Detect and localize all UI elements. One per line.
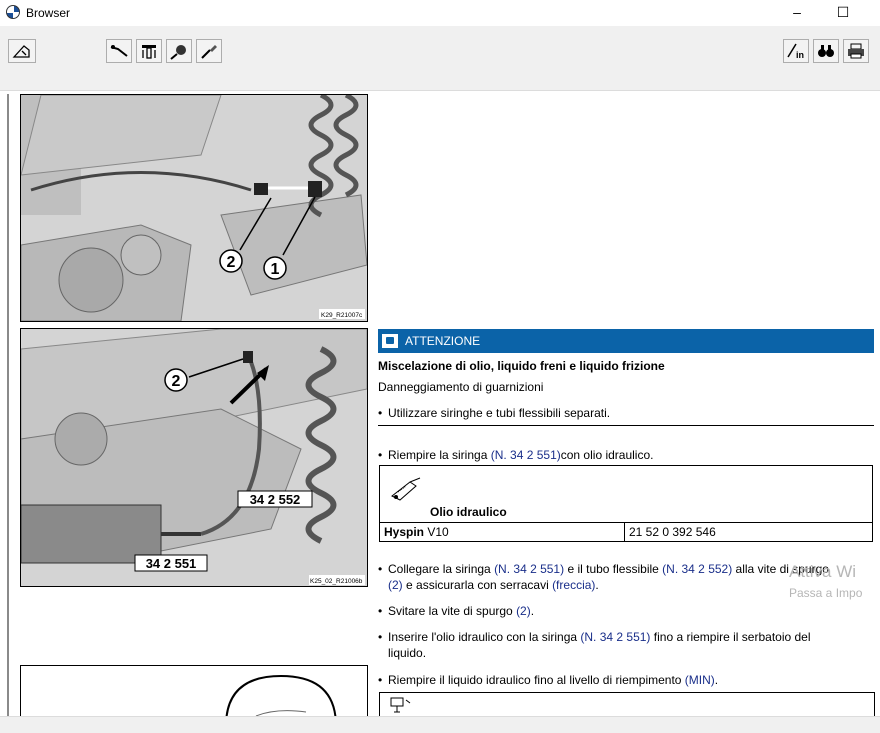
print-icon — [848, 43, 864, 59]
toolbar: in — [0, 26, 880, 91]
tool-icon — [142, 45, 156, 59]
wrench-button[interactable] — [106, 39, 132, 63]
part-link[interactable]: (freccia) — [552, 578, 595, 592]
oil-title: Olio idraulico — [430, 505, 507, 519]
part-link[interactable]: (2) — [516, 604, 531, 618]
warning-label: ATTENZIONE — [405, 334, 481, 348]
warning-divider — [378, 425, 874, 426]
oil-header-cell: Olio idraulico — [379, 465, 873, 523]
status-bar — [0, 716, 880, 733]
probe-icon — [170, 45, 186, 60]
activation-watermark-sub: Passa a Impo — [789, 586, 863, 600]
home-icon — [12, 45, 30, 58]
image-code-second: K25_02_R21006b — [310, 578, 363, 585]
search-in-button[interactable]: in — [783, 39, 809, 63]
photo-bleed-screw-view: 2 1 K29_R21007c — [20, 94, 368, 322]
step-inject-oil-line2: liquido. — [388, 646, 427, 660]
oil-spec-table: Olio idraulico Hyspin V10 21 52 0 392 54… — [379, 465, 873, 542]
print-button[interactable] — [843, 39, 869, 63]
document-frame[interactable]: 2 1 K29_R21007c 2 34 2 552 34 2 551 K25_… — [7, 94, 880, 716]
callout-1: 1 — [271, 261, 280, 278]
engine-illustration-1: 2 1 K29_R21007c — [21, 95, 367, 321]
next-table-partial — [379, 692, 875, 716]
window-title: Browser — [26, 6, 71, 20]
photo-syringe-connection: 2 34 2 552 34 2 551 K25_02_R21006b — [20, 328, 368, 587]
app-logo-icon — [6, 5, 20, 19]
maximize-button[interactable]: ☐ — [820, 0, 866, 26]
callout-2: 2 — [227, 254, 236, 271]
step-fill-level: • Riempire il liquido idraulico fino al l… — [378, 673, 719, 687]
engine-illustration-2: 2 34 2 552 34 2 551 K25_02_R21006b — [21, 329, 367, 586]
activation-watermark: Attiva Wi — [789, 562, 857, 581]
label-syringe-part: 34 2 551 — [146, 556, 197, 571]
screwdriver-icon — [201, 45, 217, 59]
home-button[interactable] — [8, 39, 36, 63]
warning-subheading: Danneggiamento di guarnizioni — [378, 380, 544, 394]
part-link[interactable]: (2) — [388, 578, 403, 592]
wrench-icon — [110, 45, 128, 57]
oil-can-icon — [391, 477, 421, 501]
warning-bullet: • Utilizzare siringhe e tubi flessibili s… — [378, 406, 611, 420]
part-link[interactable]: (MIN) — [685, 673, 715, 687]
minimize-button[interactable]: – — [774, 0, 820, 26]
pen-in-icon: in — [787, 43, 804, 60]
title-bar: Browser – ☐ — [0, 0, 880, 26]
warning-heading: Miscelazione di olio, liquido freni e li… — [378, 359, 665, 373]
oil-part-number: 21 52 0 392 546 — [624, 522, 873, 542]
photo-partial — [20, 665, 368, 716]
engine-illustration-3 — [225, 674, 337, 716]
hand-warning-icon — [382, 334, 398, 348]
step-fill-syringe: • Riempire la siringa (N. 34 2 551)con ol… — [378, 448, 654, 462]
screwdriver-button[interactable] — [196, 39, 222, 63]
part-link[interactable]: (N. 34 2 551) — [491, 448, 561, 462]
step-inject-oil: • Inserire l'olio idraulico con la siring… — [378, 630, 811, 644]
image-code: K29_R21007c — [321, 312, 363, 319]
part-link[interactable]: (N. 34 2 551) — [580, 630, 650, 644]
part-link[interactable]: (N. 34 2 551) — [494, 562, 564, 576]
tool-button[interactable] — [136, 39, 162, 63]
tool-table-icon — [390, 697, 411, 713]
label-hose-part: 34 2 552 — [250, 492, 301, 507]
oil-product-cell: Hyspin V10 — [379, 522, 625, 542]
probe-button[interactable] — [166, 39, 192, 63]
find-button[interactable] — [813, 39, 839, 63]
warning-banner: ATTENZIONE — [378, 329, 874, 353]
callout-2-second: 2 — [172, 373, 181, 390]
binoculars-icon — [818, 45, 834, 57]
svg-text:in: in — [796, 50, 804, 60]
step-unscrew-bleed: • Svitare la vite di spurgo (2). — [378, 604, 535, 618]
part-link[interactable]: (N. 34 2 552) — [662, 562, 732, 576]
